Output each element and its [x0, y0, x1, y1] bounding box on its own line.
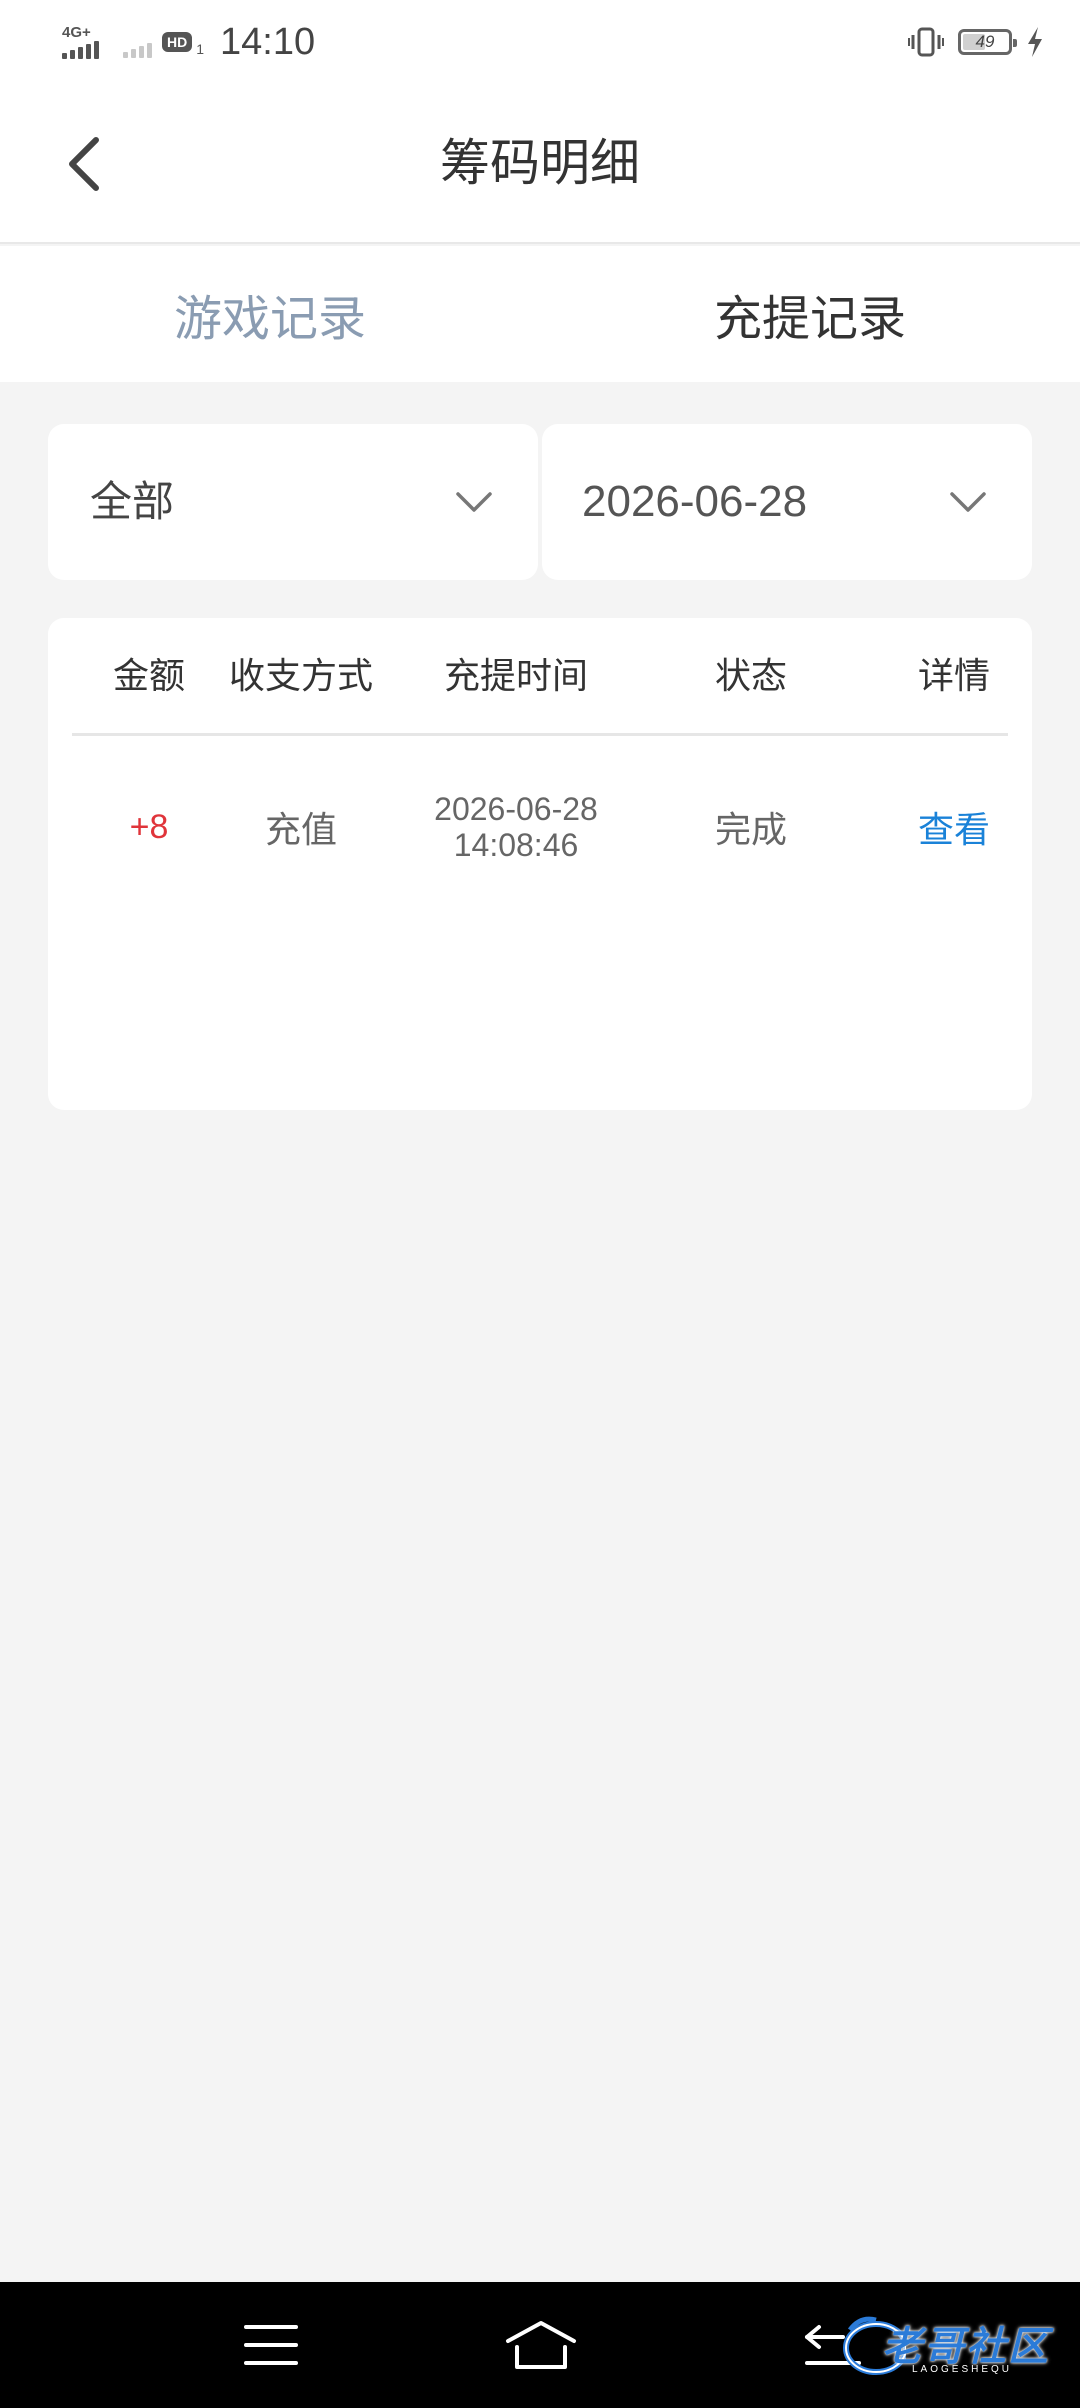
status-left: 4G+ HD 1 14:10: [62, 20, 315, 64]
table-row: +8 充值 2026-06-28 14:08:46 完成 查看: [72, 748, 1008, 906]
network-indicator: 4G+: [62, 20, 99, 64]
signal-bars-icon: [62, 41, 99, 59]
sim-slot: 1: [196, 41, 205, 57]
type-filter-dropdown[interactable]: 全部: [48, 424, 538, 580]
table-header: 金额 收支方式 充提时间 状态 详情: [72, 618, 1008, 736]
records-table: 金额 收支方式 充提时间 状态 详情 +8 充值 2026-06-28 14:0…: [48, 618, 1032, 1110]
battery-level: 49: [975, 32, 995, 51]
watermark-subtext: LAOGESHEQU: [912, 2364, 1013, 2375]
column-header-status: 状态: [714, 656, 787, 697]
row-view-detail-link[interactable]: 查看: [902, 748, 1006, 906]
watermark-logo: 老哥社区 LAOGESHEQU: [836, 2306, 1068, 2384]
column-header-time: 充提时间: [443, 656, 588, 697]
network-type: 4G+: [62, 24, 91, 41]
home-icon: [506, 2321, 576, 2369]
type-filter-value: 全部: [90, 477, 175, 526]
charging-bolt-icon: [1028, 27, 1042, 57]
date-filter-dropdown[interactable]: 2026-06-28: [542, 424, 1032, 580]
status-bar: 4G+ HD 1 14:10 49: [0, 0, 1080, 84]
chevron-down-icon: [950, 492, 986, 512]
chevron-down-icon: [456, 492, 492, 512]
column-header-method: 收支方式: [228, 656, 373, 697]
nav-home-button[interactable]: [496, 2308, 586, 2382]
hd-badge: HD: [162, 32, 193, 52]
column-header-amount: 金额: [112, 656, 185, 697]
status-right: 49: [908, 22, 1044, 62]
signal-bars-secondary-icon: [123, 40, 152, 58]
status-time: 14:10: [220, 20, 316, 63]
row-time: 14:08:46: [453, 827, 579, 863]
tab-deposit-withdraw-records[interactable]: 充提记录: [540, 246, 1080, 382]
app-header: 筹码明细: [0, 84, 1080, 244]
battery-icon: 49: [958, 29, 1017, 55]
tab-game-records[interactable]: 游戏记录: [0, 246, 540, 382]
row-date: 2026-06-28: [434, 791, 598, 827]
menu-icon: [244, 2325, 298, 2365]
row-amount: +8: [129, 807, 169, 846]
record-tabs: 游戏记录 充提记录: [0, 246, 1080, 382]
row-status: 完成: [714, 810, 787, 851]
page-title: 筹码明细: [440, 134, 640, 192]
row-datetime: 2026-06-28 14:08:46: [376, 748, 656, 906]
row-method: 充值: [264, 810, 337, 851]
nav-menu-button[interactable]: [226, 2308, 316, 2382]
date-filter-value: 2026-06-28: [582, 477, 808, 526]
system-nav-bar: 老哥社区 LAOGESHEQU: [0, 2282, 1080, 2408]
vibrate-icon: [908, 27, 944, 57]
column-header-detail: 详情: [917, 656, 990, 697]
